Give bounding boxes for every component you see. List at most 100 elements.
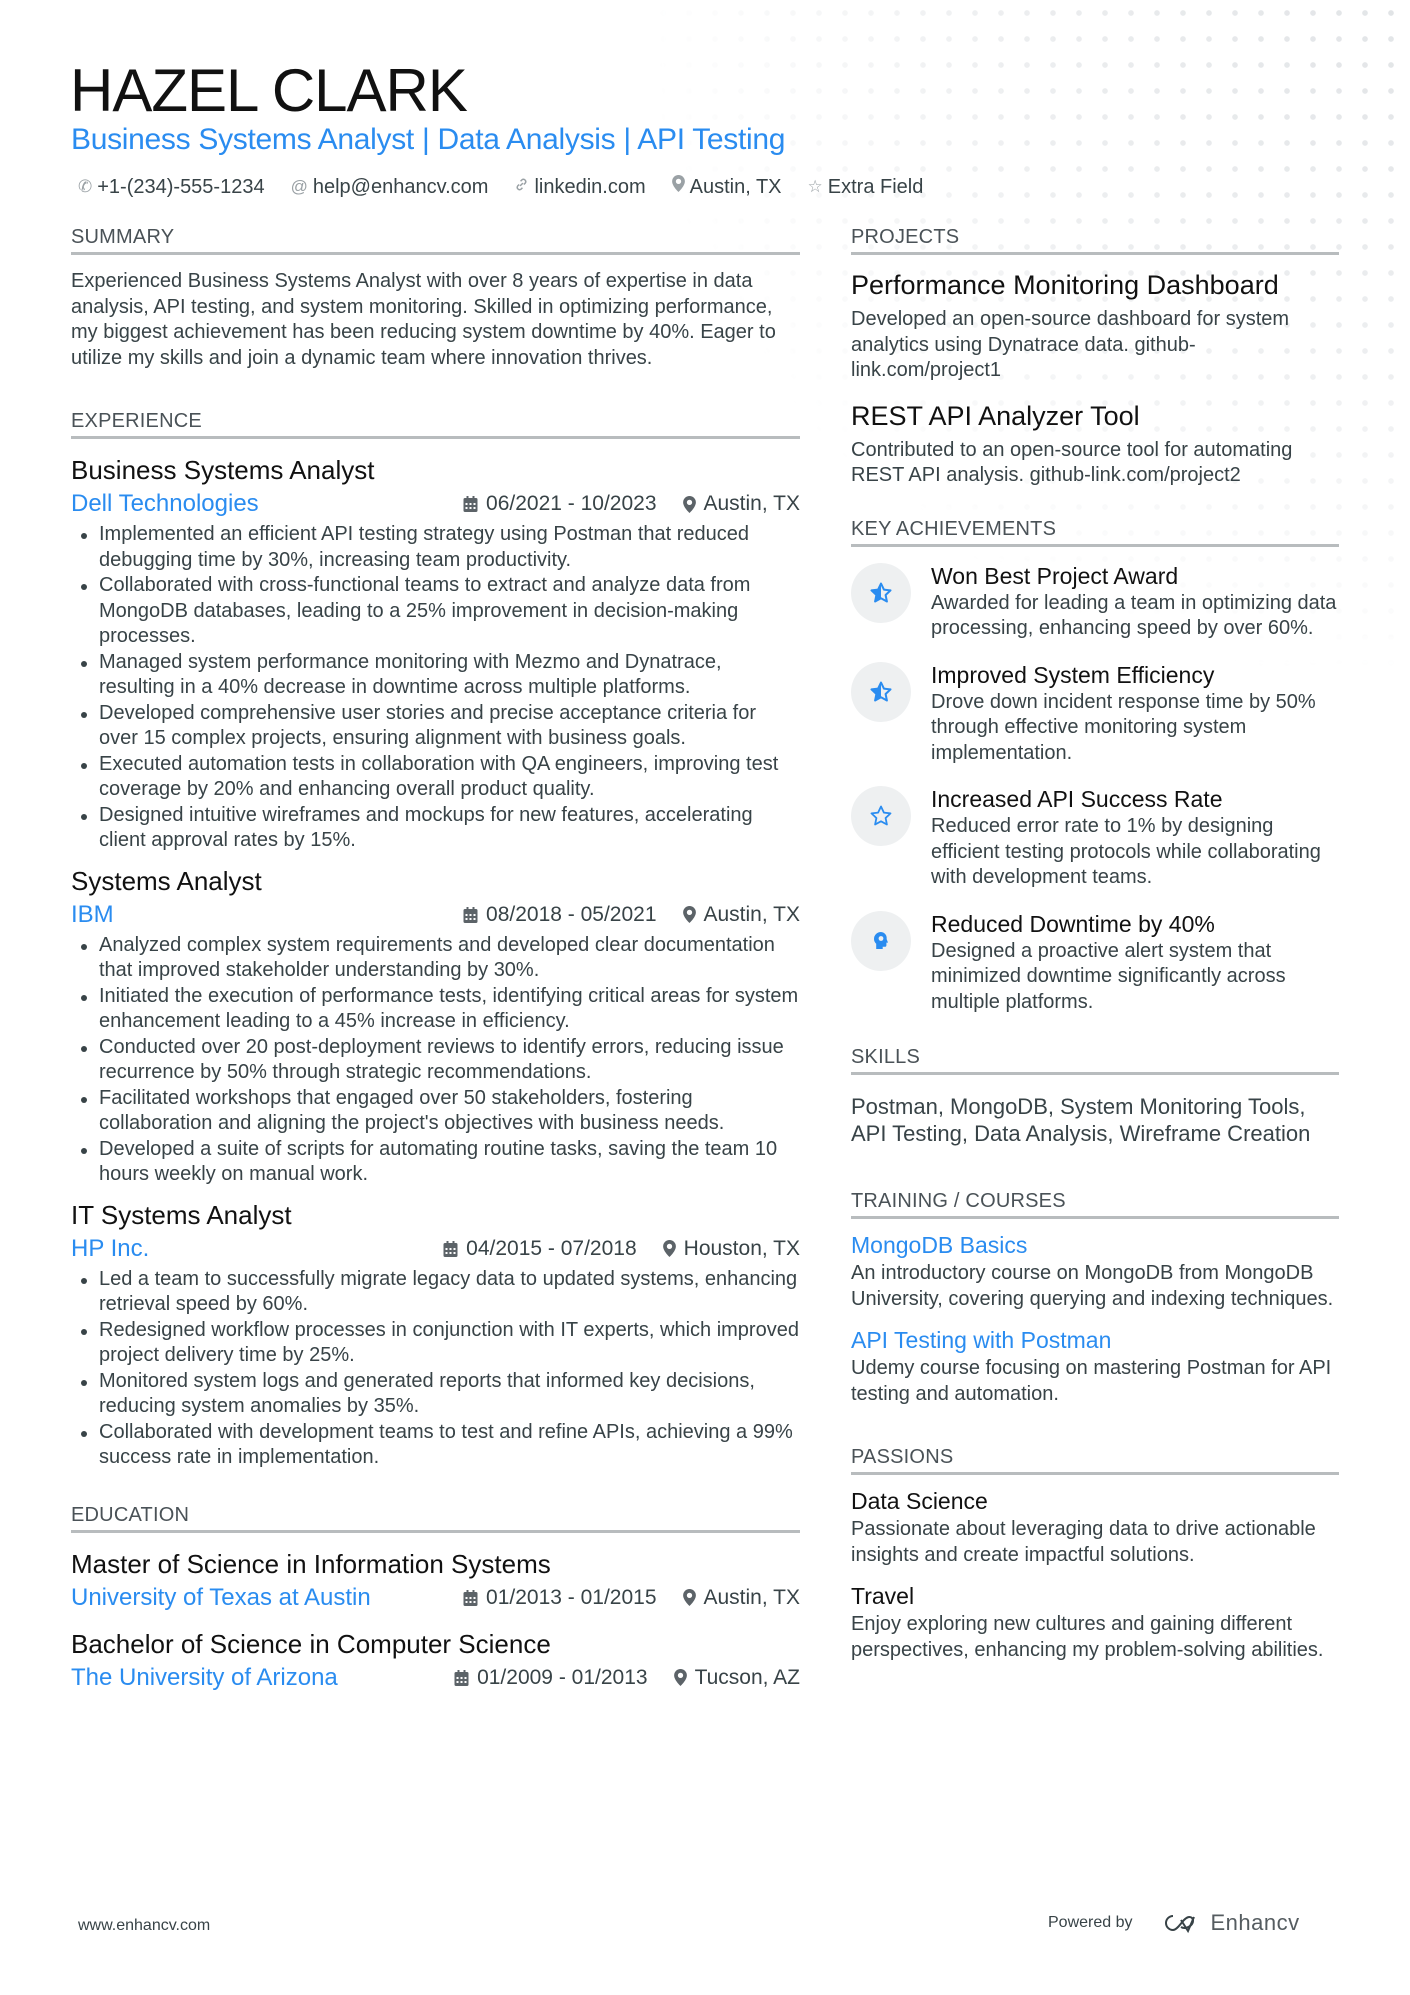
- bullet-item: Developed a suite of scripts for automat…: [71, 1137, 800, 1188]
- bullet-item: Developed comprehensive user stories and…: [71, 701, 800, 752]
- company-name[interactable]: IBM: [71, 900, 114, 930]
- achievement-item: Reduced Downtime by 40% Designed a proac…: [851, 909, 1339, 1016]
- bullet-item: Analyzed complex system requirements and…: [71, 933, 800, 984]
- company-name[interactable]: HP Inc.: [71, 1234, 149, 1264]
- star-outline-icon: [870, 805, 892, 826]
- contact-email[interactable]: @ help@enhancv.com: [291, 174, 489, 200]
- skills-heading: SKILLS: [851, 1045, 1339, 1075]
- education-dates: 01/2013 - 01/2015: [486, 1585, 657, 1609]
- footer-branding: Powered by Enhancv: [1048, 1910, 1300, 1936]
- star-half-icon: [870, 582, 892, 602]
- skills-text: Postman, MongoDB, System Monitoring Tool…: [851, 1094, 1311, 1146]
- job-title: Systems Analyst: [71, 865, 262, 896]
- achievement-description: Reduced error rate to 1% by designing ef…: [931, 815, 1321, 888]
- achievements-section: KEY ACHIEVEMENTS Won Best Project Award …: [851, 517, 1339, 1016]
- contact-extra: ☆ Extra Field: [808, 174, 924, 200]
- passion-description: Passionate about leveraging data to driv…: [851, 1518, 1316, 1566]
- achievement-item: Improved System Efficiency Drove down in…: [851, 660, 1339, 767]
- job-location: Houston, TX: [683, 1236, 800, 1260]
- contact-bar: ✆ +1-(234)-555-1234 @ help@enhancv.com l…: [78, 174, 923, 200]
- contact-location: Austin, TX: [671, 174, 782, 200]
- achievement-item: Increased API Success Rate Reduced error…: [851, 784, 1339, 891]
- candidate-name: HAZEL CLARK: [70, 57, 468, 124]
- bullet-item: Managed system performance monitoring wi…: [71, 650, 800, 701]
- calendar-icon: [463, 906, 478, 923]
- bullet-item: Redesigned workflow processes in conjunc…: [71, 1318, 800, 1369]
- contact-extra-text: Extra Field: [827, 176, 924, 198]
- contact-phone[interactable]: ✆ +1-(234)-555-1234: [78, 174, 265, 200]
- at-icon: @: [290, 177, 308, 196]
- passion-title: Data Science: [851, 1488, 988, 1514]
- projects-heading: PROJECTS: [851, 225, 1339, 255]
- head-bulb-icon: [874, 931, 888, 949]
- company-name[interactable]: Dell Technologies: [71, 489, 259, 519]
- summary-text: Experienced Business Systems Analyst wit…: [71, 270, 776, 369]
- experience-item: Systems Analyst IBM 08/2018 - 05/2021 Au…: [71, 864, 800, 1188]
- bullet-item: Monitored system logs and generated repo…: [71, 1369, 800, 1420]
- calendar-icon: [463, 496, 478, 512]
- summary-heading: SUMMARY: [71, 225, 800, 255]
- achievement-description: Drove down incident response time by 50%…: [931, 690, 1316, 764]
- achievement-title: Increased API Success Rate: [931, 786, 1223, 812]
- bullet-item: Collaborated with cross-functional teams…: [71, 573, 800, 650]
- brand-name: Enhancv: [1210, 1910, 1300, 1935]
- training-section: TRAINING / COURSES MongoDB Basics An int…: [851, 1189, 1339, 1407]
- project-title: Performance Monitoring Dashboard: [851, 270, 1279, 300]
- job-location: Austin, TX: [703, 492, 801, 515]
- experience-section: EXPERIENCE Business Systems Analyst Dell…: [71, 409, 800, 1471]
- location-pin-icon: [682, 495, 696, 513]
- enhancv-logo[interactable]: Enhancv: [1159, 1910, 1300, 1936]
- footer-website-link[interactable]: www.enhancv.com: [78, 1917, 210, 1935]
- phone-icon: ✆: [78, 177, 93, 196]
- passions-section: PASSIONS Data Science Passionate about l…: [851, 1445, 1339, 1663]
- project-description: Contributed to an open-source tool for a…: [851, 438, 1293, 487]
- calendar-icon: [463, 1589, 478, 1606]
- contact-linkedin[interactable]: linkedin.com: [514, 174, 646, 200]
- passions-heading: PASSIONS: [851, 1445, 1339, 1475]
- achievement-title: Won Best Project Award: [931, 562, 1179, 589]
- location-pin-icon: [673, 1669, 687, 1686]
- bullet-item: Collaborated with development teams to t…: [71, 1420, 800, 1471]
- job-bullets: Implemented an efficient API testing str…: [71, 522, 800, 854]
- job-bullets: Led a team to successfully migrate legac…: [71, 1267, 800, 1471]
- bullet-item: Led a team to successfully migrate legac…: [71, 1267, 800, 1318]
- achievements-heading: KEY ACHIEVEMENTS: [851, 517, 1339, 547]
- passion-item: Travel Enjoy exploring new cultures and …: [851, 1580, 1339, 1663]
- school-name[interactable]: The University of Arizona: [71, 1663, 338, 1693]
- star-half-icon: [870, 681, 892, 701]
- job-title: IT Systems Analyst: [71, 1199, 292, 1230]
- job-dates: 06/2021 - 10/2023: [486, 492, 657, 515]
- course-item: API Testing with Postman Udemy course fo…: [851, 1324, 1339, 1407]
- achievement-description: Awarded for leading a team in optimizing…: [931, 591, 1337, 640]
- location-pin-icon: [682, 906, 696, 923]
- project-item: REST API Analyzer Tool Contributed to an…: [851, 398, 1339, 489]
- calendar-icon: [443, 1240, 458, 1257]
- experience-heading: EXPERIENCE: [71, 409, 800, 439]
- experience-item: IT Systems Analyst HP Inc. 04/2015 - 07/…: [71, 1198, 800, 1471]
- education-item: Bachelor of Science in Computer Science …: [71, 1627, 800, 1695]
- experience-item: Business Systems Analyst Dell Technologi…: [71, 453, 800, 854]
- project-item: Performance Monitoring Dashboard Develop…: [851, 267, 1339, 384]
- education-section: EDUCATION Master of Science in Informati…: [71, 1503, 800, 1695]
- project-description: Developed an open-source dashboard for s…: [851, 308, 1290, 381]
- passion-item: Data Science Passionate about leveraging…: [851, 1485, 1339, 1568]
- course-item: MongoDB Basics An introductory course on…: [851, 1229, 1339, 1312]
- location-pin-icon: [662, 1240, 676, 1257]
- skills-section: SKILLS Postman, MongoDB, System Monitori…: [851, 1045, 1339, 1147]
- course-title[interactable]: API Testing with Postman: [851, 1324, 1339, 1356]
- job-title: Business Systems Analyst: [71, 455, 375, 485]
- education-dates: 01/2009 - 01/2013: [477, 1665, 648, 1689]
- course-description: An introductory course on MongoDB from M…: [851, 1262, 1334, 1310]
- achievement-description: Designed a proactive alert system that m…: [931, 939, 1286, 1013]
- calendar-icon: [454, 1669, 469, 1686]
- job-location: Austin, TX: [703, 902, 801, 926]
- contact-location-text: Austin, TX: [689, 176, 782, 198]
- right-column: PROJECTS Performance Monitoring Dashboar…: [851, 225, 1339, 1663]
- link-icon: [514, 174, 529, 200]
- location-pin-icon: [671, 174, 685, 200]
- school-name[interactable]: University of Texas at Austin: [71, 1583, 371, 1613]
- course-title[interactable]: MongoDB Basics: [851, 1229, 1339, 1261]
- bullet-item: Executed automation tests in collaborati…: [71, 752, 800, 803]
- candidate-title: Business Systems Analyst | Data Analysis…: [71, 123, 786, 156]
- star-icon: ☆: [807, 177, 823, 196]
